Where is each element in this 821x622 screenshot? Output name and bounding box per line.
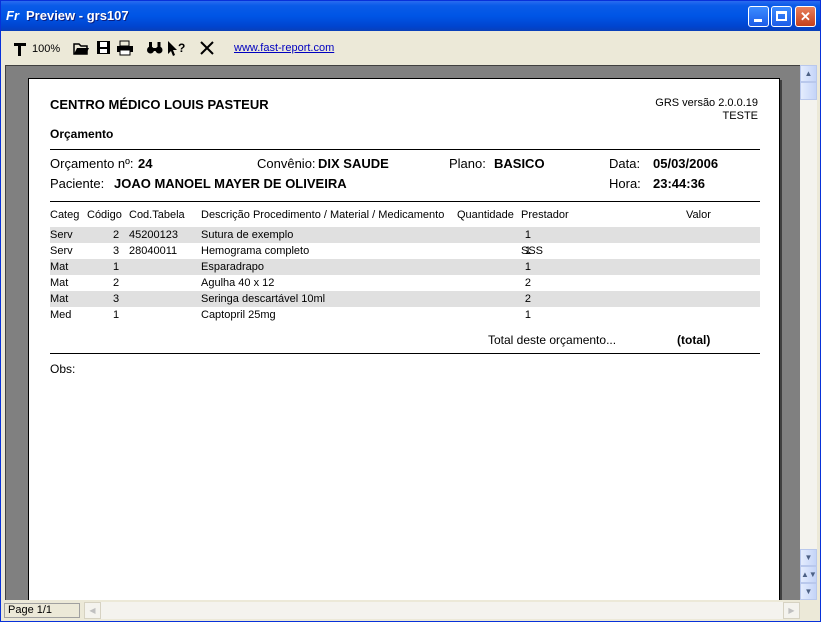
- next-page-button[interactable]: ▼: [800, 583, 817, 600]
- toolbar: 100% ? www.fast-report.com: [2, 32, 819, 64]
- company-name: CENTRO MÉDICO LOUIS PASTEUR: [50, 97, 269, 112]
- scroll-thumb[interactable]: [800, 82, 817, 100]
- cell-categ: Mat: [50, 277, 69, 289]
- table-row-background: [50, 291, 760, 307]
- orcamento-value: 24: [138, 156, 153, 171]
- hora-value: 23:44:36: [653, 176, 706, 191]
- minimize-button[interactable]: [748, 6, 769, 27]
- cell-categ: Mat: [50, 293, 69, 305]
- col-cod-tabela: Cod.Tabela: [129, 209, 185, 221]
- paciente-label: Paciente:: [50, 176, 105, 191]
- report-page: CENTRO MÉDICO LOUIS PASTEUR GRS versão 2…: [28, 78, 780, 600]
- col-valor: Valor: [686, 209, 711, 221]
- cell-cod-tabela: 45200123: [129, 229, 178, 241]
- plano-value: BASICO: [494, 156, 545, 171]
- cell-codigo: 1: [113, 261, 120, 273]
- data-label: Data:: [609, 156, 641, 171]
- cell-descricao: Captopril 25mg: [201, 309, 276, 321]
- open-icon[interactable]: [73, 40, 90, 58]
- vertical-scrollbar[interactable]: ▲ ▼ ▲▼ ▼: [800, 65, 817, 600]
- cell-codigo: 3: [113, 245, 120, 257]
- cell-quantidade: 1: [524, 309, 531, 321]
- close-icon: ✕: [800, 9, 811, 24]
- arrow-right-icon: ▶: [788, 606, 795, 615]
- hora-label: Hora:: [609, 176, 641, 191]
- data-value: 05/03/2006: [653, 156, 719, 171]
- double-arrow-down-icon: ▼: [804, 587, 813, 596]
- convenio-value: DIX SAUDE: [318, 156, 389, 171]
- orcamento-label: Orçamento nº:: [50, 156, 134, 171]
- col-categ: Categ: [50, 209, 80, 221]
- close-button[interactable]: ✕: [795, 6, 816, 27]
- find-icon[interactable]: [146, 40, 164, 58]
- cell-quantidade: 1: [524, 229, 531, 241]
- cell-quantidade: 2: [524, 277, 531, 289]
- cell-codigo: 1: [113, 309, 120, 321]
- obs-label: Obs:: [50, 362, 76, 376]
- cell-descricao: Esparadrapo: [201, 261, 264, 273]
- table-row-background: [50, 259, 760, 275]
- fast-report-link[interactable]: www.fast-report.com: [234, 42, 334, 54]
- scroll-left-button[interactable]: ◀: [84, 602, 101, 619]
- zoom-icon[interactable]: [12, 40, 28, 58]
- divider: [50, 149, 760, 150]
- divider: [50, 353, 760, 354]
- preview-area[interactable]: CENTRO MÉDICO LOUIS PASTEUR GRS versão 2…: [5, 65, 800, 600]
- cell-cod-tabela: 28040011: [129, 245, 178, 257]
- close-preview-icon[interactable]: [199, 40, 215, 58]
- save-icon[interactable]: [96, 40, 111, 58]
- double-arrow-up-icon: ▲▼: [801, 570, 817, 579]
- cell-descricao: Agulha 40 x 12: [201, 277, 275, 289]
- total-label: Total deste orçamento...: [488, 333, 617, 347]
- cell-quantidade: 1: [524, 261, 531, 273]
- window-title: Preview - grs107: [26, 8, 129, 23]
- cell-codigo: 2: [113, 229, 120, 241]
- cell-prestador: SSS: [521, 245, 544, 257]
- print-icon[interactable]: [116, 40, 134, 58]
- version-text: GRS versão 2.0.0.19: [655, 97, 758, 109]
- arrow-up-icon: ▲: [804, 69, 813, 78]
- horizontal-scrollbar[interactable]: ◀ ▶: [84, 602, 800, 619]
- maximize-icon: [776, 11, 787, 21]
- total-value: (total): [677, 333, 711, 347]
- cell-quantidade: 2: [524, 293, 531, 305]
- fast-report-icon: Fr: [6, 8, 19, 23]
- svg-text:?: ?: [178, 41, 185, 55]
- minimize-icon: [754, 19, 762, 22]
- cell-categ: Med: [50, 309, 72, 321]
- paciente-value: JOAO MANOEL MAYER DE OLIVEIRA: [114, 176, 347, 191]
- arrow-left-icon: ◀: [89, 606, 96, 615]
- col-quantidade: Quantidade: [457, 209, 514, 221]
- col-codigo: Código: [87, 209, 122, 221]
- convenio-label: Convênio:: [257, 156, 316, 171]
- divider: [50, 201, 760, 202]
- scroll-down-button[interactable]: ▼: [800, 549, 817, 566]
- arrow-down-icon: ▼: [804, 553, 813, 562]
- cell-categ: Serv: [50, 245, 73, 257]
- preview-window: Fr Preview - grs107 ✕ 100% ? www.fast-re…: [0, 0, 821, 622]
- title-bar[interactable]: Fr Preview - grs107 ✕: [1, 1, 820, 31]
- cell-descricao: Hemograma completo: [201, 245, 310, 257]
- status-bar: Page 1/1 ◀ ▶: [2, 600, 819, 621]
- scroll-up-button[interactable]: ▲: [800, 65, 817, 82]
- cell-descricao: Seringa descartável 10ml: [201, 293, 326, 305]
- help-icon[interactable]: ?: [167, 40, 187, 58]
- mode-text: TESTE: [722, 110, 758, 122]
- cell-codigo: 2: [113, 277, 120, 289]
- prev-page-button[interactable]: ▲▼: [800, 566, 817, 583]
- maximize-button[interactable]: [771, 6, 792, 27]
- col-descricao: Descrição Procedimento / Material / Medi…: [201, 209, 445, 221]
- cell-codigo: 3: [113, 293, 120, 305]
- cell-categ: Mat: [50, 261, 69, 273]
- zoom-level[interactable]: 100%: [32, 41, 60, 57]
- cell-categ: Serv: [50, 229, 73, 241]
- cell-descricao: Sutura de exemplo: [201, 229, 294, 241]
- col-prestador: Prestador: [521, 209, 569, 221]
- scroll-right-button[interactable]: ▶: [783, 602, 800, 619]
- page-indicator: Page 1/1: [4, 603, 80, 618]
- plano-label: Plano:: [449, 156, 486, 171]
- doc-title: Orçamento: [50, 127, 114, 141]
